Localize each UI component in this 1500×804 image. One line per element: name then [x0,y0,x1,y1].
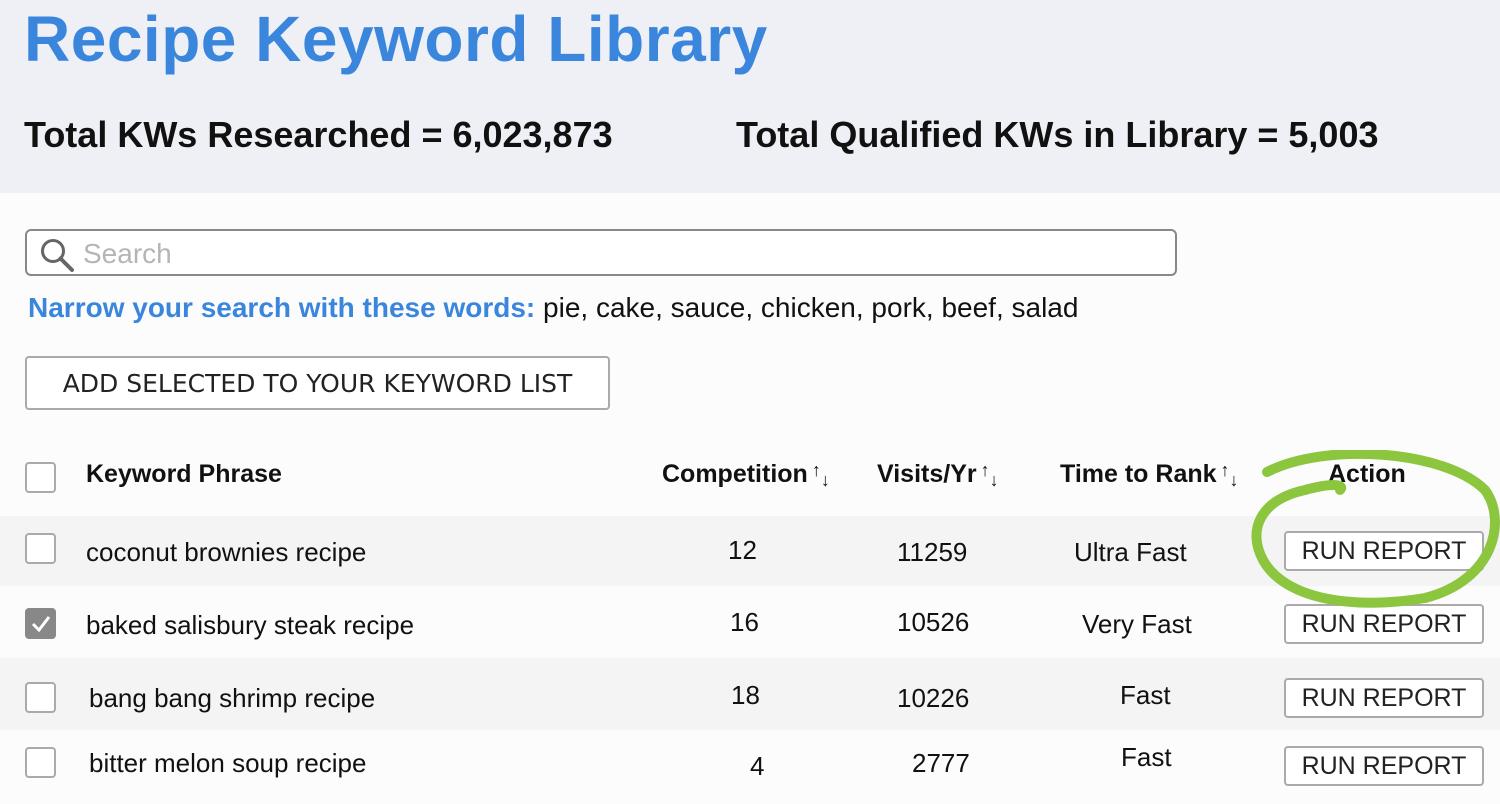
time-to-rank-value: Ultra Fast [1074,537,1187,567]
time-to-rank-value: Very Fast [1082,609,1192,639]
highlight-circle-annotation [1251,450,1500,608]
run-report-button[interactable]: RUN REPORT [1284,678,1484,718]
search-input[interactable] [81,237,1165,271]
highlight-circle-stroke [1251,450,1500,608]
table-row: bang bang shrimp recipe 18 10226 Fast RU… [0,658,1500,730]
page-title: Recipe Keyword Library [24,3,768,75]
visits-value: 2777 [912,748,970,778]
sort-icon[interactable]: ↑↓ [1221,460,1239,490]
narrow-search-label: Narrow your search with these words: [28,292,536,323]
search-box[interactable] [25,229,1177,276]
column-header-visits-label: Visits/Yr [877,460,977,488]
row-checkbox[interactable] [25,682,56,713]
sort-icon[interactable]: ↑↓ [981,460,999,490]
keyword-phrase: coconut brownies recipe [86,537,367,567]
column-header-competition[interactable]: Competition ↑↓ [662,460,830,490]
visits-value: 10526 [897,607,970,637]
keyword-phrase: bang bang shrimp recipe [89,683,376,713]
competition-value: 12 [728,535,757,565]
competition-value: 18 [731,680,760,710]
search-icon [41,239,74,272]
total-researched-stat: Total KWs Researched = 6,023,873 [24,114,613,155]
page-header: Recipe Keyword Library Total KWs Researc… [0,0,1500,193]
column-header-keyword: Keyword Phrase [86,460,282,488]
select-all-checkbox[interactable] [25,462,56,493]
keyword-phrase: bitter melon soup recipe [89,748,367,778]
visits-value: 10226 [897,683,970,713]
narrow-search-hint: Narrow your search with these words: pie… [28,292,1078,324]
competition-value: 16 [730,607,759,637]
row-checkbox[interactable] [25,747,56,778]
add-selected-to-keyword-list-button[interactable]: ADD SELECTED TO YOUR KEYWORD LIST [25,356,610,410]
row-checkbox[interactable] [25,533,56,564]
keyword-phrase: baked salisbury steak recipe [86,610,415,640]
time-to-rank-value: Fast [1121,742,1172,772]
column-header-time-to-rank[interactable]: Time to Rank ↑↓ [1060,460,1239,490]
competition-value: 4 [750,751,765,781]
column-header-visits[interactable]: Visits/Yr ↑↓ [877,460,999,490]
row-checkbox[interactable] [25,608,56,639]
column-header-competition-label: Competition [662,460,808,488]
suggested-words: pie, cake, sauce, chicken, pork, beef, s… [535,292,1079,323]
checkmark-icon [31,616,51,633]
run-report-button[interactable]: RUN REPORT [1284,746,1484,786]
column-header-time-to-rank-label: Time to Rank [1060,460,1217,488]
table-row: bitter melon soup recipe 4 2777 Fast RUN… [0,730,1500,804]
sort-icon[interactable]: ↑↓ [812,460,830,490]
total-qualified-stat: Total Qualified KWs in Library = 5,003 [736,114,1379,155]
run-report-button[interactable]: RUN REPORT [1284,604,1484,644]
time-to-rank-value: Fast [1120,680,1171,710]
visits-value: 11259 [897,537,968,567]
